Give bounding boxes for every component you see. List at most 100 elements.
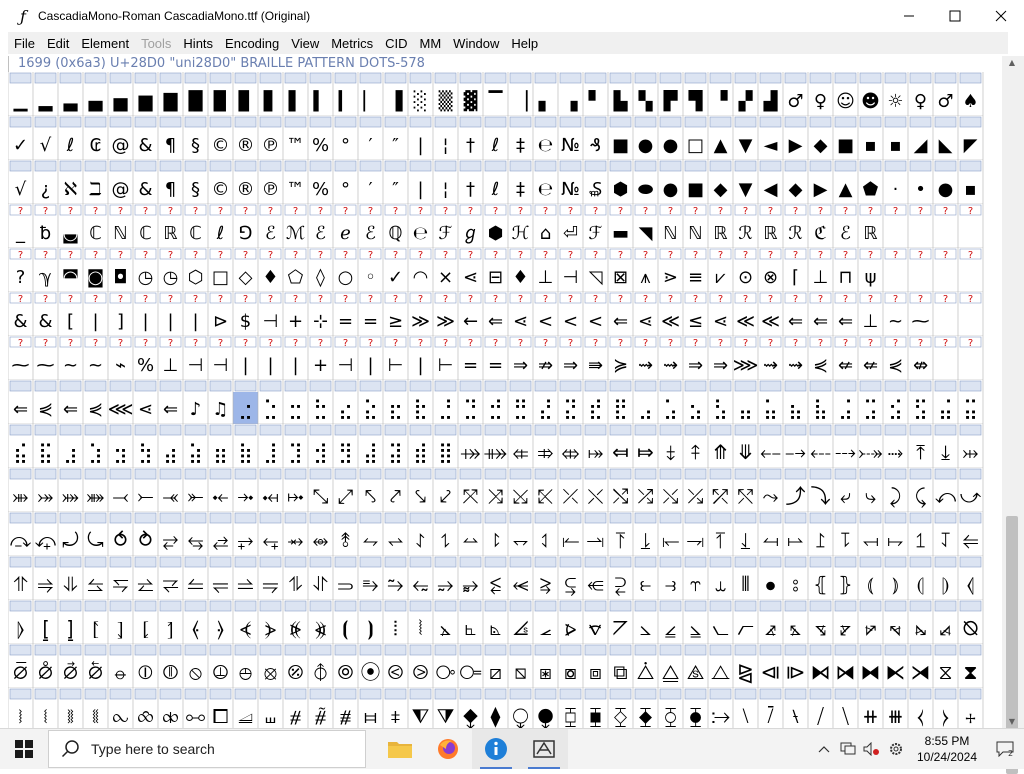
glyph-header-cell[interactable] xyxy=(684,116,707,128)
glyph-header-cell[interactable] xyxy=(584,688,607,700)
glyph-cell[interactable]: ⥂ xyxy=(163,528,179,552)
glyph-cell[interactable]: ⥚ xyxy=(763,528,779,552)
glyph-header-cell[interactable] xyxy=(434,688,457,700)
glyph-cell[interactable]: ⤟ xyxy=(263,484,279,508)
glyph-header-cell[interactable] xyxy=(559,160,582,172)
glyph-header-cell[interactable] xyxy=(484,688,507,700)
glyph-cell[interactable]: ≫ xyxy=(411,311,430,332)
glyph-cell[interactable]: ⧊ xyxy=(637,660,655,684)
glyph-cell[interactable]: ⊣ xyxy=(188,355,204,376)
glyph-cell[interactable]: ¶ xyxy=(165,179,176,200)
glyph-cell[interactable]: ⣖ xyxy=(388,396,403,420)
glyph-header-cell[interactable] xyxy=(334,424,357,436)
glyph-cell[interactable]: ⤔ xyxy=(963,440,979,464)
glyph-cell[interactable]: ♦ xyxy=(262,267,278,288)
glyph-cell[interactable]: ✓ xyxy=(13,135,28,156)
glyph-header-cell[interactable] xyxy=(384,512,407,524)
start-button[interactable] xyxy=(0,729,48,769)
glyph-header-cell[interactable] xyxy=(509,644,532,656)
glyph-cell[interactable]: ⧕ xyxy=(911,660,931,684)
glyph-cell[interactable]: + xyxy=(288,311,303,332)
glyph-cell[interactable]: ⣓ xyxy=(313,396,328,420)
glyph-cell[interactable]: ⋖ xyxy=(713,311,728,332)
glyph-header-cell[interactable] xyxy=(809,644,832,656)
glyph-header-cell[interactable] xyxy=(609,644,632,656)
glyph-header-cell[interactable] xyxy=(884,688,907,700)
speaker-muted-icon[interactable] xyxy=(860,729,884,769)
glyph-cell[interactable]: ⧂ xyxy=(436,660,456,684)
menu-tools[interactable]: Tools xyxy=(135,36,177,51)
glyph-cell[interactable]: ⊣ xyxy=(213,355,229,376)
glyph-header-cell[interactable] xyxy=(834,380,857,392)
glyph-cell[interactable]: ⥵ xyxy=(463,572,479,596)
glyph-header-cell[interactable] xyxy=(284,72,307,84)
glyph-header-cell[interactable] xyxy=(334,468,357,480)
glyph-cell[interactable]: ⣺ xyxy=(313,440,328,464)
glyph-header-cell[interactable] xyxy=(834,512,857,524)
glyph-cell[interactable]: ▎ xyxy=(338,90,353,112)
glyph-header-cell[interactable] xyxy=(109,644,132,656)
glyph-cell[interactable]: ⣸ xyxy=(263,440,278,464)
glyph-cell[interactable]: ⦯ xyxy=(940,616,951,640)
glyph-cell[interactable]: ⥕ xyxy=(641,528,651,552)
glyph-header-cell[interactable] xyxy=(34,556,57,568)
glyph-cell[interactable]: ⥴ xyxy=(438,572,454,596)
glyph-cell[interactable]: ℛ xyxy=(738,223,752,244)
glyph-cell[interactable]: ▲ xyxy=(839,179,853,200)
glyph-cell[interactable]: ® xyxy=(237,179,255,200)
glyph-header-cell[interactable] xyxy=(184,556,207,568)
menu-cid[interactable]: CID xyxy=(379,36,413,51)
glyph-header-cell[interactable] xyxy=(134,72,157,84)
glyph-header-cell[interactable] xyxy=(509,468,532,480)
glyph-cell[interactable]: ⦩ xyxy=(790,616,801,640)
glyph-cell[interactable]: ≪ xyxy=(761,311,780,332)
glyph-header-cell[interactable] xyxy=(109,160,132,172)
glyph-cell[interactable]: ⧰ xyxy=(614,704,628,728)
glyph-header-cell[interactable] xyxy=(384,644,407,656)
glyph-header-cell[interactable] xyxy=(209,688,232,700)
glyph-cell[interactable]: ⦵ xyxy=(112,660,129,684)
glyph-cell[interactable]: ⦜ xyxy=(465,616,476,640)
glyph-cell[interactable]: ⦘ xyxy=(367,616,374,640)
glyph-header-cell[interactable] xyxy=(784,512,807,524)
glyph-cell[interactable]: ⤳ xyxy=(763,484,779,508)
glyph-header-cell[interactable] xyxy=(609,160,632,172)
glyph-header-cell[interactable] xyxy=(34,424,57,436)
glyph-cell[interactable]: = xyxy=(488,355,503,376)
glyph-header-cell[interactable] xyxy=(59,116,82,128)
glyph-header-cell[interactable] xyxy=(9,688,32,700)
glyph-cell[interactable]: ⇒ xyxy=(513,355,528,376)
glyph-header-cell[interactable] xyxy=(809,556,832,568)
glyph-cell[interactable]: ℗ xyxy=(262,135,280,156)
glyph-header-cell[interactable] xyxy=(284,688,307,700)
glyph-header-cell[interactable] xyxy=(209,160,232,172)
glyph-cell[interactable]: [ xyxy=(67,311,74,332)
glyph-cell[interactable]: ⥨ xyxy=(138,572,154,596)
glyph-cell[interactable]: ψ xyxy=(865,267,877,288)
glyph-cell[interactable]: ′ xyxy=(368,179,372,200)
glyph-cell[interactable]: ◢ xyxy=(914,135,928,156)
glyph-header-cell[interactable] xyxy=(309,644,332,656)
glyph-cell[interactable]: ⤏ xyxy=(835,440,856,464)
glyph-cell[interactable]: ⤆ xyxy=(612,440,629,464)
glyph-header-cell[interactable] xyxy=(484,380,507,392)
glyph-cell[interactable]: ⤮ xyxy=(638,484,654,508)
glyph-header-cell[interactable] xyxy=(459,424,482,436)
glyph-cell[interactable]: ⥒ xyxy=(562,528,580,552)
glyph-cell[interactable]: ⣰ xyxy=(63,440,78,464)
glyph-cell[interactable]: ⣴ xyxy=(163,440,178,464)
glyph-cell[interactable]: ⥢ xyxy=(963,528,979,552)
glyph-cell[interactable]: ⩗ xyxy=(715,267,726,288)
glyph-cell[interactable]: ⦏ xyxy=(142,616,149,640)
glyph-cell[interactable]: | xyxy=(242,355,248,376)
glyph-cell[interactable]: ℕ xyxy=(113,223,127,244)
glyph-cell[interactable]: ⦀ xyxy=(741,572,750,596)
glyph-header-cell[interactable] xyxy=(134,424,157,436)
glyph-cell[interactable]: ⥅ xyxy=(238,528,254,552)
glyph-cell[interactable]: ⧺ xyxy=(862,704,879,728)
glyph-cell[interactable]: ⊠ xyxy=(613,267,628,288)
glyph-header-cell[interactable] xyxy=(684,160,707,172)
glyph-header-cell[interactable] xyxy=(309,380,332,392)
glyph-cell[interactable]: ⌂ xyxy=(540,223,551,244)
glyph-cell[interactable]: ◙ xyxy=(87,267,104,288)
